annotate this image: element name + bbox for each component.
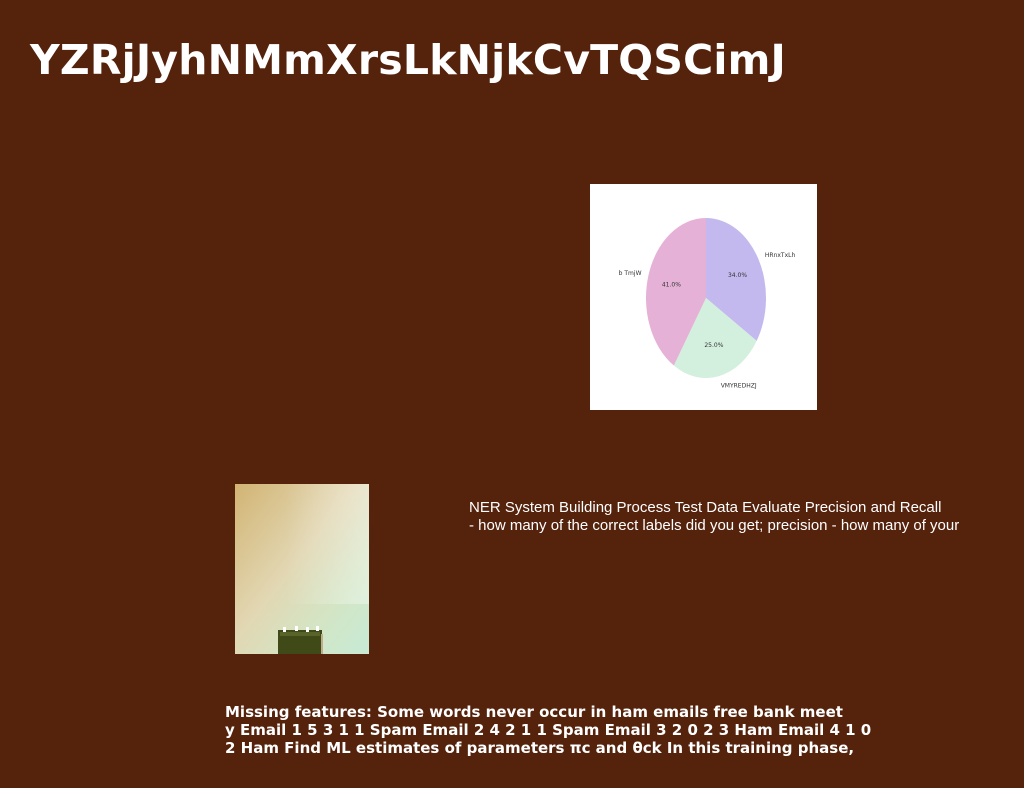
side-text-line: NER System Building Process Test Data Ev…: [469, 499, 942, 516]
photo-image: [235, 484, 369, 654]
pie-value-label: 25.0%: [704, 342, 723, 349]
pie-category-label: b TmjW: [619, 270, 642, 277]
bottom-text-line: 2 Ham Find ML estimates of parameters πc…: [225, 739, 855, 757]
bottom-text-line: Missing features: Some words never occur…: [225, 703, 843, 721]
pie-chart-card: 34.0% HRnxTxLh 25.0% VMYREDHZJ 41.0% b TmjW: [590, 184, 817, 410]
page-title: YZRjJyhNMmXrsLkNjkCvTQSCimJ: [30, 36, 786, 84]
side-text-line: - how many of the correct labels did you…: [469, 517, 960, 534]
pie-chart: 34.0% HRnxTxLh 25.0% VMYREDHZJ 41.0% b TmjW: [619, 218, 796, 389]
pie-value-label: 34.0%: [728, 272, 747, 279]
pie-value-label: 41.0%: [662, 282, 681, 289]
photo-graphic: [235, 484, 369, 654]
side-text-block: NER System Building Process Test Data Ev…: [469, 499, 1009, 535]
bottom-text-line: y Email 1 5 3 1 1 Spam Email 2 4 2 1 1 S…: [225, 721, 872, 739]
pie-category-label: VMYREDHZJ: [721, 382, 757, 389]
pie-category-label: HRnxTxLh: [765, 252, 796, 259]
bottom-text-block: Missing features: Some words never occur…: [225, 703, 1015, 757]
